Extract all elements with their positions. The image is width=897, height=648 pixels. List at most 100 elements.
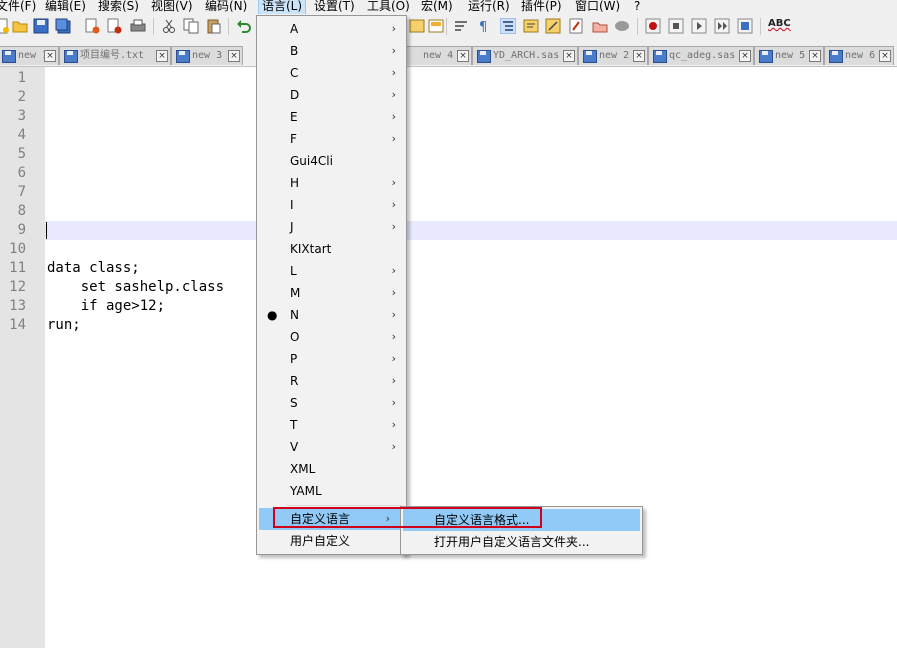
menu-item-label: O: [290, 330, 300, 344]
menu-tools[interactable]: 工具(O): [367, 0, 410, 14]
language-j[interactable]: J ›: [257, 216, 406, 238]
toolbar-separator: [637, 18, 638, 35]
close-tab-icon[interactable]: ×: [879, 50, 891, 62]
folder-workspace-icon[interactable]: [568, 18, 584, 34]
close-tab-icon[interactable]: ×: [457, 50, 469, 62]
menu-window[interactable]: 窗口(W): [575, 0, 620, 14]
menu-item-label: T: [290, 418, 298, 432]
language-r[interactable]: R ›: [257, 370, 406, 392]
menu-encoding[interactable]: 编码(N): [205, 0, 247, 14]
close-tab-icon[interactable]: ×: [44, 50, 56, 62]
tab-label: new 3: [192, 50, 223, 61]
zoom-icon[interactable]: [409, 18, 425, 34]
menu-language[interactable]: 语言(L): [258, 0, 307, 15]
code-line[interactable]: run;: [47, 316, 81, 335]
menu-run[interactable]: 运行(R): [468, 0, 510, 14]
copy-icon[interactable]: [183, 18, 199, 34]
code-line[interactable]: if age>12;: [47, 297, 165, 316]
tab[interactable]: new 6 ×: [824, 46, 894, 65]
save-icon[interactable]: [33, 18, 49, 34]
close-tab-icon[interactable]: ×: [633, 50, 645, 62]
menu-help[interactable]: ?: [634, 0, 640, 14]
save-all-icon[interactable]: [55, 18, 71, 34]
text-editor[interactable]: [45, 67, 897, 648]
chevron-right-icon: ›: [391, 88, 396, 101]
language-e[interactable]: E ›: [257, 106, 406, 128]
show-all-chars-icon[interactable]: ¶: [475, 18, 491, 34]
language-f[interactable]: F ›: [257, 128, 406, 150]
tab[interactable]: new 5 ×: [754, 46, 824, 65]
undo-icon[interactable]: [236, 18, 252, 34]
tab[interactable]: 项目编号.txt ×: [59, 46, 171, 65]
tab[interactable]: new 4 ×: [404, 46, 472, 65]
chevron-right-icon: ›: [391, 374, 396, 387]
word-wrap-icon[interactable]: [453, 18, 469, 34]
close-tab-icon[interactable]: ×: [809, 50, 821, 62]
tab[interactable]: YD_ARCH.sas ×: [472, 46, 578, 65]
tab[interactable]: qc_adeg.sas ×: [648, 46, 754, 65]
code-line[interactable]: data class;: [47, 259, 140, 278]
menu-view[interactable]: 视图(V): [151, 0, 193, 14]
save-macro-icon[interactable]: [737, 18, 753, 34]
language-p[interactable]: P ›: [257, 348, 406, 370]
language-c[interactable]: C ›: [257, 62, 406, 84]
close-file-icon[interactable]: [84, 18, 100, 34]
menu-item-label: P: [290, 352, 298, 366]
language-kixtart[interactable]: KIXtart: [257, 238, 406, 260]
monitoring-icon[interactable]: [592, 18, 608, 34]
language-o[interactable]: O ›: [257, 326, 406, 348]
close-tab-icon[interactable]: ×: [563, 50, 575, 62]
menu-macro[interactable]: 宏(M): [421, 0, 453, 14]
close-tab-icon[interactable]: ×: [156, 50, 168, 62]
line-number: 11: [9, 260, 26, 276]
menu-search[interactable]: 搜索(S): [98, 0, 139, 14]
indent-guide-icon[interactable]: [500, 18, 516, 34]
eye-icon[interactable]: [614, 18, 630, 34]
tab[interactable]: new 2 ×: [578, 46, 648, 65]
function-list-icon[interactable]: [545, 18, 561, 34]
menu-file[interactable]: 文件(F): [0, 0, 36, 14]
open-language-folder-item[interactable]: 打开用户自定义语言文件夹...: [401, 531, 642, 553]
user-defined-item[interactable]: 用户自定义: [257, 530, 406, 552]
menu-settings[interactable]: 设置(T): [314, 0, 355, 14]
tab[interactable]: new 3 ×: [171, 46, 243, 65]
chevron-right-icon: ›: [391, 44, 396, 57]
doc-map-icon[interactable]: [523, 18, 539, 34]
close-tab-icon[interactable]: ×: [739, 50, 751, 62]
language-n[interactable]: ● N ›: [257, 304, 406, 326]
language-i[interactable]: I ›: [257, 194, 406, 216]
language-d[interactable]: D ›: [257, 84, 406, 106]
menu-plugins[interactable]: 插件(P): [521, 0, 562, 14]
close-all-icon[interactable]: [106, 18, 122, 34]
play-macro-icon[interactable]: [691, 18, 707, 34]
language-v[interactable]: V ›: [257, 436, 406, 458]
tab[interactable]: new 1 ×: [0, 46, 59, 65]
new-file-icon[interactable]: [0, 18, 10, 34]
sync-scroll-icon[interactable]: [428, 18, 444, 34]
language-xml[interactable]: XML: [257, 458, 406, 480]
play-multiple-icon[interactable]: [714, 18, 730, 34]
language-b[interactable]: B ›: [257, 40, 406, 62]
language-a[interactable]: A ›: [257, 18, 406, 40]
spell-check-icon[interactable]: ABC: [768, 18, 791, 29]
language-l[interactable]: L ›: [257, 260, 406, 282]
code-line[interactable]: set sashelp.class: [47, 278, 224, 297]
language-s[interactable]: S ›: [257, 392, 406, 414]
menu-item-label: E: [290, 110, 298, 124]
stop-macro-icon[interactable]: [668, 18, 684, 34]
menu-edit[interactable]: 编辑(E): [45, 0, 86, 14]
line-number: 6: [17, 165, 26, 181]
chevron-right-icon: ›: [391, 418, 396, 431]
paste-icon[interactable]: [206, 18, 222, 34]
disk-icon: [759, 50, 773, 63]
language-m[interactable]: M ›: [257, 282, 406, 304]
open-file-icon[interactable]: [12, 18, 28, 34]
language-yaml[interactable]: YAML: [257, 480, 406, 502]
language-h[interactable]: H ›: [257, 172, 406, 194]
language-t[interactable]: T ›: [257, 414, 406, 436]
print-icon[interactable]: [130, 18, 146, 34]
record-macro-icon[interactable]: [645, 18, 661, 34]
cut-icon[interactable]: [161, 18, 177, 34]
language-gui4cli[interactable]: Gui4Cli: [257, 150, 406, 172]
close-tab-icon[interactable]: ×: [228, 50, 240, 62]
